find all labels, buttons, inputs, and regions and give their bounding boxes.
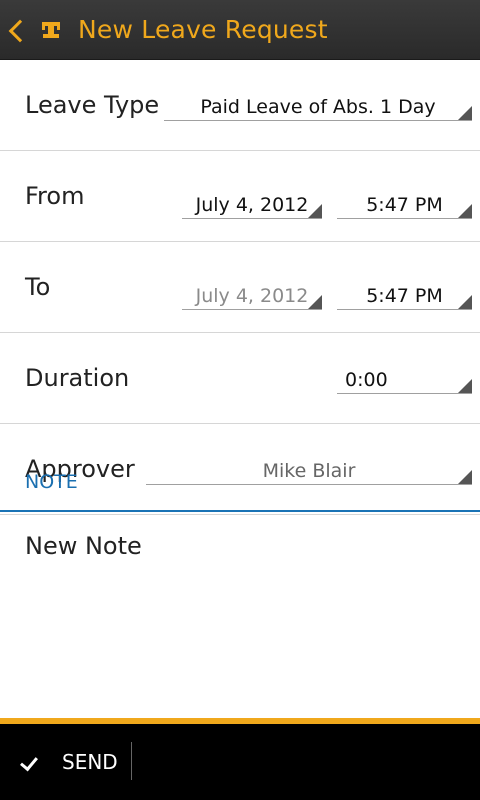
note-header: NOTE — [0, 455, 480, 512]
chevron-left-icon[interactable] — [8, 20, 20, 40]
to-date-value: July 4, 2012 — [195, 285, 309, 307]
leave-type-spinner[interactable]: Paid Leave of Abs. 1 Day — [164, 93, 472, 121]
from-date-spinner[interactable]: July 4, 2012 — [182, 191, 322, 219]
to-row: To July 4, 2012 5:47 PM — [0, 242, 480, 333]
dropdown-triangle-icon — [458, 379, 472, 393]
bottom-action-bar: SEND — [0, 724, 480, 800]
duration-label: Duration — [25, 364, 130, 392]
send-button[interactable]: SEND — [0, 724, 130, 800]
from-time-spinner[interactable]: 5:47 PM — [337, 191, 472, 219]
dropdown-triangle-icon — [458, 204, 472, 218]
to-date-spinner: July 4, 2012 — [182, 282, 322, 310]
app-logo-icon[interactable] — [38, 17, 64, 43]
leave-type-value: Paid Leave of Abs. 1 Day — [200, 96, 436, 118]
from-label: From — [25, 182, 85, 210]
note-field[interactable]: New Note — [0, 512, 480, 652]
to-time-value: 5:47 PM — [366, 285, 443, 307]
duration-row: Duration 0:00 — [0, 333, 480, 424]
duration-value: 0:00 — [345, 369, 388, 391]
dropdown-triangle-icon — [308, 295, 322, 309]
leave-type-row: Leave Type Paid Leave of Abs. 1 Day — [0, 60, 480, 151]
leave-type-label: Leave Type — [25, 91, 160, 119]
dropdown-triangle-icon — [458, 295, 472, 309]
from-row: From July 4, 2012 5:47 PM — [0, 151, 480, 242]
note-placeholder: New Note — [25, 532, 142, 560]
checkmark-icon — [20, 752, 38, 772]
note-header-label: NOTE — [25, 471, 78, 493]
action-bar: New Leave Request — [0, 0, 480, 60]
from-date-value: July 4, 2012 — [195, 194, 309, 216]
duration-spinner[interactable]: 0:00 — [337, 366, 472, 394]
divider — [131, 742, 132, 780]
dropdown-triangle-icon — [458, 106, 472, 120]
dropdown-triangle-icon — [308, 204, 322, 218]
to-time-spinner[interactable]: 5:47 PM — [337, 282, 472, 310]
send-label: SEND — [62, 750, 118, 774]
to-label: To — [25, 273, 51, 301]
page-title: New Leave Request — [78, 15, 328, 44]
from-time-value: 5:47 PM — [366, 194, 443, 216]
